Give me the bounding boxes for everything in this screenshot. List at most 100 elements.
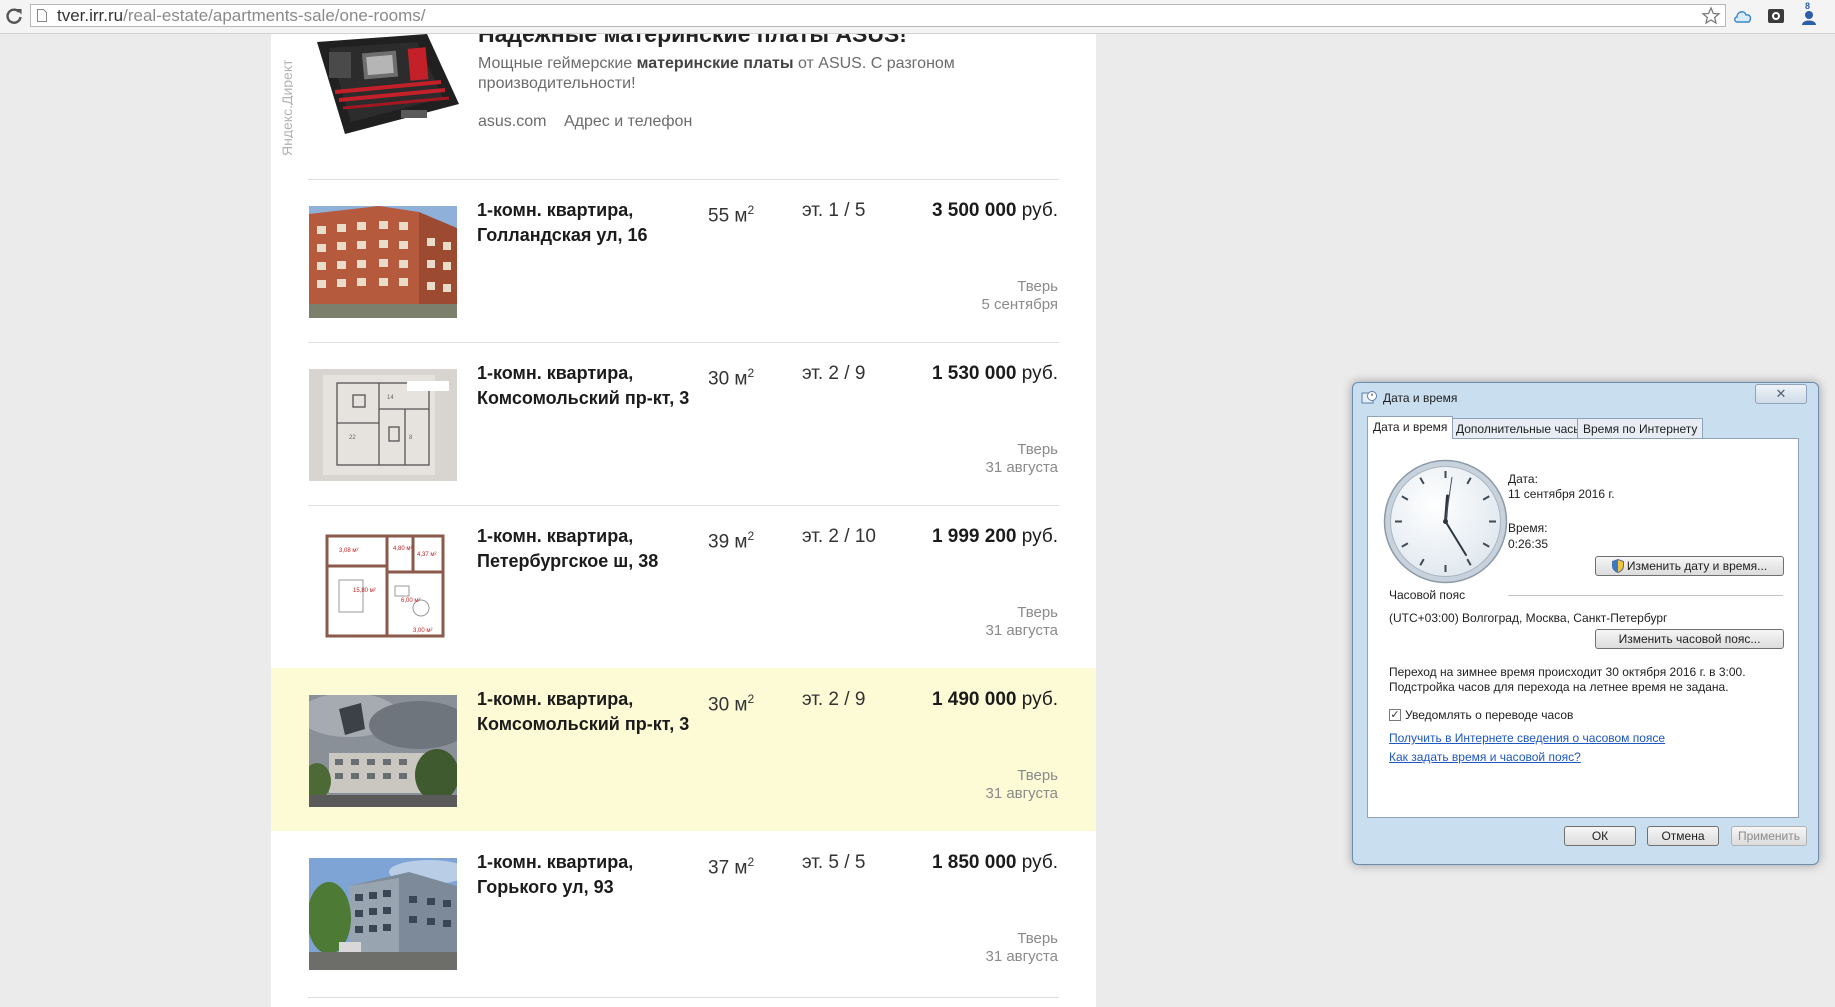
listing-area: 39 м2 [708,524,754,554]
listing-item[interactable]: 1-комн. квартира, Горького ул, 93 37 м2 … [271,831,1096,994]
ok-button[interactable]: ОК [1564,826,1636,846]
listing-date: 5 сентября [981,296,1058,313]
area-unit-sup: 2 [747,529,755,543]
listing-floor: эт. 2 / 10 [802,526,876,547]
analog-clock [1383,459,1508,584]
cancel-button[interactable]: Отмена [1647,826,1719,846]
listing-floor: эт. 1 / 5 [802,200,866,221]
listing-floor: эт. 2 / 9 [802,689,866,710]
listing-title[interactable]: 1-комн. квартира, Голландская ул, 16 [477,198,707,248]
ad-motherboard-image[interactable] [309,34,461,134]
listing-floor: эт. 5 / 5 [802,852,866,873]
tab-additional-clocks[interactable]: Дополнительные часы [1450,418,1588,439]
ad-text: Мощные геймерские материнские платы от A… [478,54,988,94]
ad-vertical-label: Яндекс.Директ [279,59,293,156]
listing-title[interactable]: 1-комн. квартира, Комсомольский пр-кт, 3 [477,361,707,411]
listing-city: Тверь [1017,441,1058,458]
area-unit-sup: 2 [747,203,755,217]
extension-cloud-icon[interactable] [1733,6,1753,26]
listing-photo-street[interactable] [309,695,457,807]
address-bar[interactable]: tver.irr.ru/real-estate/apartments-sale/… [30,4,1726,27]
ad-text-start: Мощные геймерские [478,55,637,72]
listing-price: 1 999 200 руб. [932,524,1058,549]
listing-divider [308,505,1059,506]
notify-checkbox-label[interactable]: Уведомлять о переводе часов [1405,708,1573,722]
svg-text:15,80 м²: 15,80 м² [353,588,376,594]
extension-square-icon[interactable] [1766,6,1786,26]
listing-floor: эт. 2 / 9 [802,363,866,384]
change-timezone-button[interactable]: Изменить часовой пояс... [1595,629,1784,649]
listing-area: 37 м2 [708,850,754,880]
listing-photo-street-2[interactable] [309,858,457,970]
price-currency: руб. [1021,363,1058,384]
listing-city: Тверь [1017,930,1058,947]
listing-date: 31 августа [985,622,1058,639]
listing-title[interactable]: 1-комн. квартира, Горького ул, 93 [477,850,707,900]
price-value: 1 999 200 [931,526,1017,547]
listing-title[interactable]: 1-комн. квартира, Комсомольский пр-кт, 3 [477,687,707,737]
listing-title[interactable]: 1-комн. квартира, Петербургское ш, 38 [477,524,707,574]
browser-toolbar: tver.irr.ru/real-estate/apartments-sale/… [0,0,1835,34]
extension-badge: 8 [1805,1,1811,11]
tab-internet-time[interactable]: Время по Интернету [1577,418,1704,439]
url-host: tver.irr.ru [57,6,124,25]
bookmark-star-icon[interactable] [1701,6,1721,26]
area-unit-sup: 2 [747,855,755,869]
listing-city: Тверь [1017,767,1058,784]
listing-date: 31 августа [985,948,1058,965]
dst-info-line2: Подстройка часов для перехода на летнее … [1389,680,1729,694]
svg-text:3,08 м²: 3,08 м² [339,548,358,554]
listing-item[interactable]: 1-комн. квартира, Голландская ул, 16 55 … [271,179,1096,342]
listing-area: 55 м2 [708,198,754,228]
how-to-set-time-link[interactable]: Как задать время и часовой пояс? [1389,750,1581,764]
listing-city: Тверь [1017,278,1058,295]
timezone-divider [1508,595,1783,596]
area-value: 39 м [708,531,748,553]
reload-icon[interactable] [5,7,23,25]
listing-divider [308,342,1059,343]
area-unit-sup: 2 [747,366,755,380]
time-value: 0:26:35 [1508,537,1549,551]
ad-title[interactable]: Надежные материнские платы ASUS! [478,34,907,48]
timezone-value: (UTC+03:00) Волгоград, Москва, Санкт-Пет… [1389,611,1668,625]
ad-contacts-link[interactable]: Адрес и телефон [564,113,692,131]
change-datetime-button[interactable]: Изменить дату и время... [1595,556,1784,576]
page-icon [37,9,47,22]
svg-text:6,00 м²: 6,00 м² [401,598,420,604]
listing-item[interactable]: 22 14 8 1-комн. квартира, Комсомольский пр… [271,342,1096,505]
listing-area: 30 м2 [708,361,754,391]
listing-item[interactable]: 3,08 м² 4,80 м² 4,37 м² 15,80 м² 6,00 м² 3,0… [271,505,1096,668]
svg-text:4,37 м²: 4,37 м² [417,552,436,558]
area-value: 30 м [708,368,748,390]
area-value: 55 м [708,205,748,227]
listing-item-highlighted[interactable]: 1-комн. квартира, Комсомольский пр-кт, 3… [271,668,1096,831]
timezone-info-link[interactable]: Получить в Интернете сведения о часовом … [1389,731,1665,745]
price-value: 1 850 000 [931,852,1017,873]
date-label: Дата: [1508,472,1538,486]
listing-city: Тверь [1017,604,1058,621]
time-label: Время: [1508,521,1548,535]
listing-area: 30 м2 [708,687,754,717]
price-currency: руб. [1021,200,1058,221]
listing-photo-floor-plan[interactable]: 3,08 м² 4,80 м² 4,37 м² 15,80 м² 6,00 м² 3,0… [309,532,457,644]
ad-text-bold: материнские платы [636,55,794,72]
price-currency: руб. [1021,689,1058,710]
tab-date-time[interactable]: Дата и время [1367,416,1454,439]
area-value: 30 м [708,694,748,716]
uac-shield-icon [1611,559,1624,573]
close-icon[interactable]: ✕ [1755,384,1807,404]
area-unit-sup: 2 [747,692,755,706]
listing-photo-floor-plan-sketch[interactable]: 22148 [309,369,457,481]
ad-site-link[interactable]: asus.com [478,113,546,131]
timezone-label: Часовой пояс [1389,588,1466,602]
notify-checkbox[interactable]: ✓ [1389,709,1401,721]
listing-photo-building[interactable] [309,206,457,318]
page-content: Яндекс.Директ Надежные материнские платы… [271,34,1096,1007]
url-text[interactable]: tver.irr.ru/real-estate/apartments-sale/… [57,5,425,26]
url-path: /real-estate/apartments-sale/one-rooms/ [123,6,426,25]
listing-price: 3 500 000 руб. [932,198,1058,223]
svg-text:14: 14 [387,395,394,401]
dialog-title: Дата и время [1383,391,1458,405]
apply-button[interactable]: Применить [1731,826,1807,846]
listing-price: 1 530 000 руб. [932,361,1058,386]
